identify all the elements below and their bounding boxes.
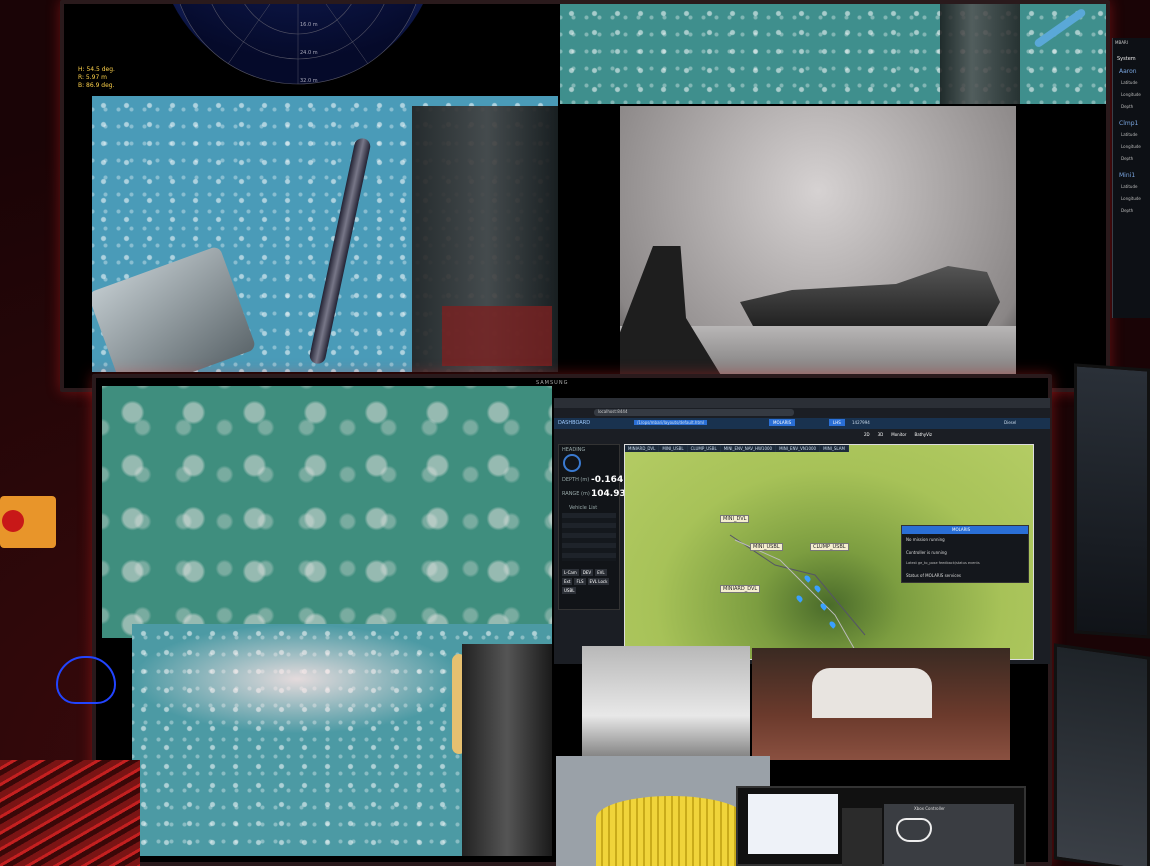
right-field: Latitude: [1121, 184, 1138, 189]
right-field: Latitude: [1121, 132, 1138, 137]
browser-url[interactable]: localhost:8444: [594, 409, 794, 416]
sonar-bearing: B: 86.9 deg.: [78, 82, 115, 89]
ext-button[interactable]: Ext: [562, 578, 573, 585]
camera-feed-bottom-left: [132, 624, 552, 856]
laptop-terminal: [842, 808, 882, 866]
heading-label: HEADING: [562, 447, 586, 453]
robot-arm: [462, 644, 552, 856]
right-field: Depth: [1121, 104, 1134, 109]
browser-window: localhost:8444 DASHBOARD /1/ops/mbari/la…: [554, 398, 1050, 664]
camera-feed-foggy: [582, 646, 750, 762]
status-code: 1427994: [852, 420, 870, 425]
usbl-button[interactable]: USBL: [562, 587, 577, 594]
bright-plume: [132, 624, 462, 734]
sonar-heading: H: 54.5 deg.: [78, 66, 115, 73]
mode-bar: 2D 3D Monitor BathyViz: [864, 432, 932, 437]
skull-sticker-icon: [56, 656, 116, 704]
camera-feed-top-right: [560, 4, 1106, 104]
gamepad-title: Xbox Controller: [914, 806, 945, 811]
page-path: /1/ops/mbari/layouts/default.html: [634, 420, 708, 425]
mode-2d[interactable]: 2D: [864, 432, 870, 437]
depth-label: DEPTH (m): [562, 477, 590, 483]
control-room: 16.0 m 24.0 m 32.0 m H: 54.5 deg. R: 5.9…: [0, 0, 1150, 866]
sonar-ring-label: 24.0 m: [300, 50, 318, 56]
laptop: Xbox Controller: [736, 786, 1026, 866]
depth-value: -0.164: [591, 475, 624, 485]
diesel-button[interactable]: Diesel: [1004, 420, 1016, 425]
button-grid: L-Cam DEV EVL Ext FLS EVL Lock USBL: [562, 569, 618, 594]
popup-title: MOLARIS: [952, 527, 971, 532]
popup-line: Status of MOLARIS services: [906, 573, 961, 578]
red-button-cap: [2, 510, 24, 532]
camera-arm-silhouette: [620, 246, 730, 390]
camera-feed-tent: [752, 648, 1010, 760]
app-toolbar: DASHBOARD /1/ops/mbari/layouts/default.h…: [554, 418, 1050, 429]
marker-mini-usbl[interactable]: MINI_USBL: [750, 543, 783, 551]
sonar-ring-label: 32.0 m: [300, 78, 318, 84]
fls-button[interactable]: FLS: [574, 578, 586, 585]
right-monitor-title: MBARI: [1115, 40, 1128, 45]
right-field: Longitude: [1121, 92, 1141, 97]
camera-feed-mid-left: [92, 96, 558, 372]
right-section: Clmp1: [1119, 120, 1139, 127]
molaris-button[interactable]: MOLARIS: [769, 419, 796, 426]
right-monitor-bottom: [1054, 643, 1150, 866]
yellow-spool: [596, 796, 746, 866]
red-button[interactable]: [0, 496, 56, 548]
ship-silhouette: [740, 266, 1000, 326]
map-view[interactable]: MINIARD_DVL MINI_USBL CLUMP_USBL MINI_EN…: [624, 444, 1034, 660]
browser-tabbar: [554, 398, 1050, 408]
tether-cable: [308, 136, 372, 366]
right-section: Aaron: [1119, 68, 1137, 75]
right-section: Mini1: [1119, 172, 1136, 179]
evl-lock-button[interactable]: EVL Lock: [587, 578, 610, 585]
range-value: 104.93: [591, 489, 626, 499]
right-monitor-mid: [1074, 363, 1150, 639]
cable-bundle: [0, 760, 140, 866]
popup-line: Latest ge_to_pose feedback/status events: [906, 561, 980, 565]
vehicle-table: [562, 513, 616, 561]
right-menu-system[interactable]: System: [1117, 56, 1136, 62]
right-monitor-top: MBARI System Aaron Latitude Longitude De…: [1112, 38, 1150, 318]
camera-feed-ship: [620, 106, 1016, 390]
dev-button[interactable]: DEV: [580, 569, 594, 576]
top-monitor: 16.0 m 24.0 m 32.0 m H: 54.5 deg. R: 5.9…: [60, 0, 1110, 392]
gamepad-window: Xbox Controller: [884, 804, 1014, 866]
lcam-button[interactable]: L-Cam: [562, 569, 579, 576]
red-bracket: [442, 306, 552, 366]
popup-header: MOLARIS: [902, 526, 1028, 534]
molaris-popup: MOLARIS No mission running Controller is…: [901, 525, 1029, 583]
marker-mini-dvl[interactable]: MINI_DVL: [720, 515, 750, 523]
sonar-ring-label: 16.0 m: [300, 22, 318, 28]
laptop-window: [748, 794, 838, 854]
gamepad-icon: [896, 818, 932, 842]
right-field: Longitude: [1121, 144, 1141, 149]
cable: [1033, 7, 1087, 49]
evl-button[interactable]: EVL: [595, 569, 607, 576]
right-field: Depth: [1121, 208, 1134, 213]
heading-compass: [563, 454, 581, 472]
marker-miniard-dvl[interactable]: MINIARD_DVL: [720, 585, 761, 593]
marker-clump-usbl[interactable]: CLUMP_USBL: [810, 543, 849, 551]
camera-feed-bokeh: [102, 386, 552, 638]
right-field: Depth: [1121, 156, 1134, 161]
popup-line: No mission running: [906, 537, 945, 542]
telemetry-panel: HEADING DEPTH (m) -0.164 RANGE (m) 104.9…: [558, 444, 626, 610]
range-label: RANGE (m): [562, 491, 590, 497]
app-name: DASHBOARD: [558, 420, 591, 426]
robot-arm: [940, 4, 1020, 104]
mode-3d[interactable]: 3D: [878, 432, 884, 437]
sonar-range: R: 5.97 m: [78, 74, 108, 81]
tent: [812, 668, 932, 718]
right-field: Longitude: [1121, 196, 1141, 201]
mode-monitor[interactable]: Monitor: [891, 432, 906, 437]
mode-bathyviz[interactable]: BathyViz: [914, 432, 932, 437]
lhs-button[interactable]: LHS: [829, 419, 845, 426]
right-field: Latitude: [1121, 80, 1138, 85]
vehicle-hull: [92, 245, 257, 372]
popup-line: Controller is running: [906, 550, 947, 555]
vehicle-list-title: Vehicle List: [569, 505, 598, 511]
sonar-display: 16.0 m 24.0 m 32.0 m H: 54.5 deg. R: 5.9…: [68, 4, 558, 94]
